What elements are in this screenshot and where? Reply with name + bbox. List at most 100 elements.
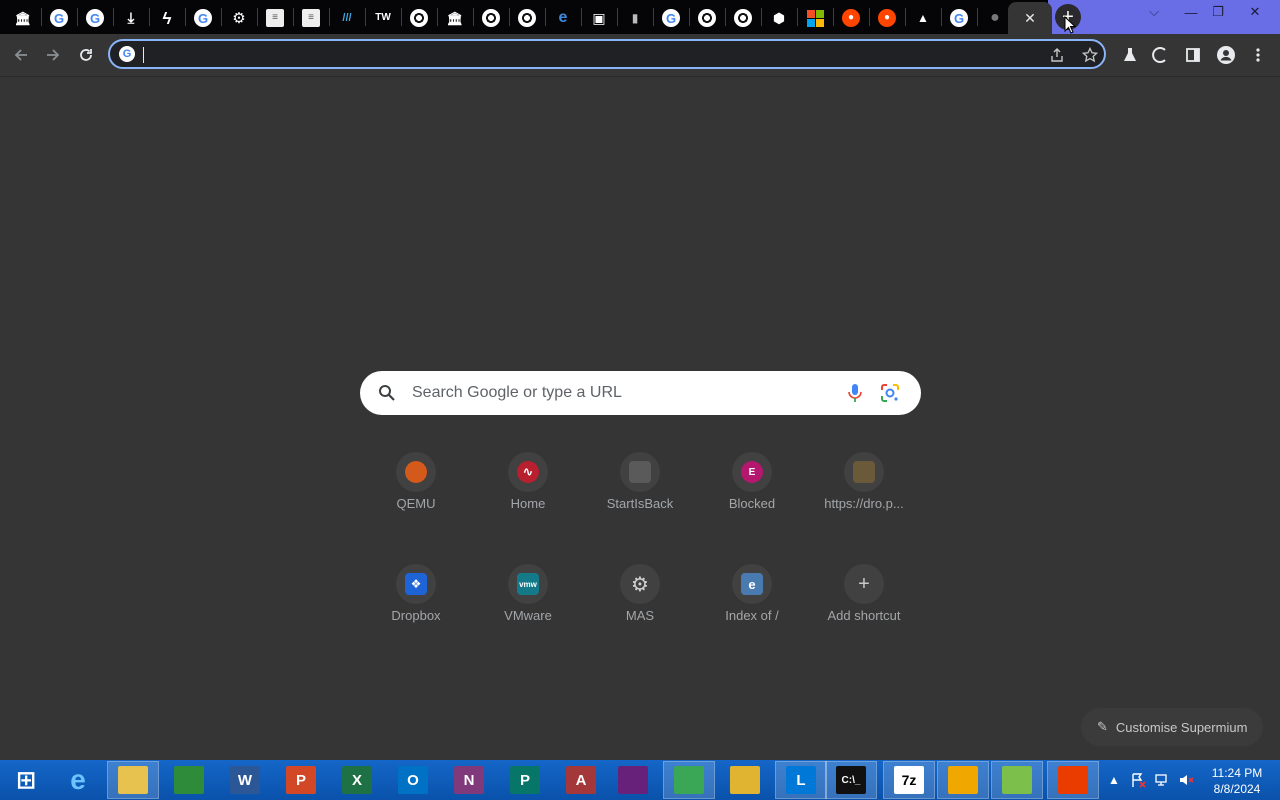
shortcut-tile[interactable]: e Index of /	[696, 564, 808, 676]
volume-muted-icon[interactable]	[1178, 772, 1194, 788]
tab[interactable]: ●	[834, 3, 868, 33]
chrome-taskbar-button[interactable]	[663, 761, 715, 799]
google-lens-icon[interactable]	[880, 383, 900, 403]
tab[interactable]: ●	[870, 3, 904, 33]
project-taskbar-button[interactable]	[163, 761, 215, 799]
file-explorer-icon	[118, 766, 148, 794]
reddit-icon: ●	[878, 9, 896, 27]
tab[interactable]: e	[546, 3, 580, 33]
excel-taskbar-button[interactable]: X	[331, 761, 383, 799]
internet-explorer-taskbar-button[interactable]: e	[52, 761, 104, 799]
reddit-icon: ●	[842, 9, 860, 27]
7zip-taskbar-button[interactable]: 7z	[883, 761, 935, 799]
tab[interactable]: 🏛	[438, 3, 472, 33]
restore-button[interactable]: ❐	[1201, 2, 1235, 22]
shortcut-label: MAS	[625, 608, 655, 623]
tab[interactable]: 🏛	[6, 3, 40, 33]
tab[interactable]	[690, 3, 724, 33]
bookmark-star-icon[interactable]	[1081, 46, 1099, 64]
shortcut-tile[interactable]: E Blocked	[696, 452, 808, 564]
google-icon: G	[194, 9, 212, 27]
tab[interactable]: ⤓	[114, 3, 148, 33]
shortcut-tile[interactable]: StartIsBack	[584, 452, 696, 564]
tab[interactable]: ▮	[618, 3, 652, 33]
action-center-flag-icon[interactable]	[1130, 772, 1146, 788]
publisher-taskbar-button[interactable]: P	[499, 761, 551, 799]
tab-active[interactable]: ✕	[1008, 2, 1052, 34]
shortcut-tile[interactable]: ⚙ MAS	[584, 564, 696, 676]
onenote-taskbar-button[interactable]: N	[443, 761, 495, 799]
close-window-button[interactable]: ✕	[1238, 2, 1272, 22]
tab[interactable]: ϟ	[150, 3, 184, 33]
shortcut-tile[interactable]: + Add shortcut	[808, 564, 920, 676]
tab[interactable]	[402, 3, 436, 33]
arrow-left-icon	[14, 49, 27, 61]
tab[interactable]	[474, 3, 508, 33]
shortcut-tile[interactable]: ❖ Dropbox	[360, 564, 472, 676]
tab[interactable]	[798, 3, 832, 33]
shortcut-tile[interactable]: vmw VMware	[472, 564, 584, 676]
wave-icon: ∿	[517, 461, 539, 483]
hwinfo-taskbar-button[interactable]	[937, 761, 989, 799]
tab-search-button[interactable]: ⌵	[1137, 2, 1171, 22]
tab[interactable]: ●	[978, 3, 1012, 33]
menu-kebab-icon[interactable]	[1246, 43, 1270, 67]
word-taskbar-button[interactable]: W	[219, 761, 271, 799]
tab[interactable]: G	[186, 3, 220, 33]
address-input[interactable]	[146, 44, 1030, 68]
ie-icon: e	[741, 573, 763, 595]
bee-taskbar-button[interactable]	[719, 761, 771, 799]
close-tab-icon[interactable]: ✕	[1024, 10, 1036, 27]
system-clock[interactable]: 11:24 PM 8/8/2024	[1206, 765, 1268, 797]
download-icon: ⤓	[127, 9, 135, 27]
tab[interactable]: ⬢	[762, 3, 796, 33]
omnibox[interactable]: G	[108, 39, 1106, 69]
lync-taskbar-button[interactable]: L	[775, 761, 827, 799]
profile-avatar-icon[interactable]	[1214, 43, 1238, 67]
outlook-taskbar-button[interactable]: O	[387, 761, 439, 799]
cmd-taskbar-button[interactable]: C:\_	[825, 761, 877, 799]
tab[interactable]: ⚙	[222, 3, 256, 33]
tab[interactable]: G	[942, 3, 976, 33]
tab[interactable]: G	[654, 3, 688, 33]
access-taskbar-button[interactable]: A	[555, 761, 607, 799]
tray-expand-icon[interactable]: ▲	[1106, 772, 1122, 788]
shortcut-tile[interactable]: QEMU	[360, 452, 472, 564]
tab[interactable]: TW	[366, 3, 400, 33]
google-icon: G	[950, 9, 968, 27]
tab[interactable]: ///	[330, 3, 364, 33]
document-icon: ≡	[266, 9, 284, 27]
flask-icon[interactable]	[1118, 43, 1142, 67]
tab[interactable]: G	[78, 3, 112, 33]
ntp-search-box[interactable]: Search Google or type a URL	[360, 371, 921, 415]
shortcut-tile[interactable]: ∿ Home	[472, 452, 584, 564]
shortcut-icon-circle: +	[844, 564, 884, 604]
file-explorer-taskbar-button[interactable]	[107, 761, 159, 799]
shortcut-icon-circle: ❖	[396, 564, 436, 604]
excel-icon: X	[342, 766, 372, 794]
side-panel-icon[interactable]	[1181, 43, 1205, 67]
tab[interactable]	[726, 3, 760, 33]
start-button-taskbar-button[interactable]: ⊞	[0, 761, 52, 799]
tab[interactable]: ≡	[258, 3, 292, 33]
visual-studio-taskbar-button[interactable]	[607, 761, 659, 799]
internet-explorer-icon: e	[70, 764, 86, 795]
notepad-plus-taskbar-button[interactable]	[991, 761, 1043, 799]
tab[interactable]: ▲	[906, 3, 940, 33]
powerpoint-taskbar-button[interactable]: P	[275, 761, 327, 799]
share-icon[interactable]	[1048, 46, 1066, 64]
reload-button[interactable]	[73, 42, 99, 68]
back-button[interactable]	[8, 42, 34, 68]
loading-spinner-icon[interactable]	[1148, 43, 1172, 67]
shortcut-tile[interactable]: https://dro.p...	[808, 452, 920, 564]
tab[interactable]: G	[42, 3, 76, 33]
tab[interactable]: ▣	[582, 3, 616, 33]
forward-button[interactable]	[40, 42, 66, 68]
network-icon[interactable]	[1154, 772, 1170, 788]
microphone-icon[interactable]	[846, 383, 864, 403]
customise-button[interactable]: ✎ Customise Supermium	[1081, 708, 1263, 746]
office-taskbar-button[interactable]	[1047, 761, 1099, 799]
tab[interactable]	[510, 3, 544, 33]
vmware-icon: vmw	[517, 573, 539, 595]
tab[interactable]: ≡	[294, 3, 328, 33]
